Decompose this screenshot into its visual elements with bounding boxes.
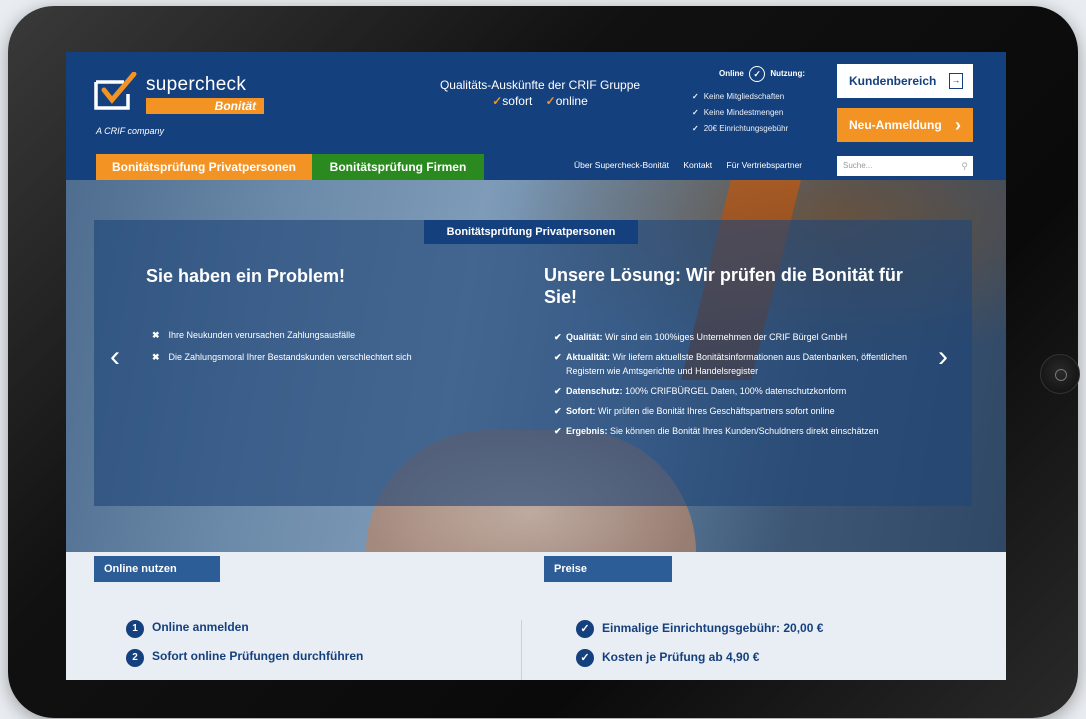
usage-box: Online ✓ Nutzung: ✓ Keine Mitgliedschafte… xyxy=(692,66,832,140)
kundenbereich-label: Kundenbereich xyxy=(849,74,937,88)
check-icon: ✔ xyxy=(554,426,562,436)
usage-list: ✓ Keine Mitgliedschaften ✓ Keine Mindestme… xyxy=(692,92,832,133)
solution-label: Sofort: xyxy=(566,406,596,416)
list-item: ✔ Datenschutz: 100% CRIFBÜRGEL Daten, 100… xyxy=(554,384,914,398)
neu-anmeldung-label: Neu-Anmeldung xyxy=(849,118,942,132)
tagline-check-sofort: sofort xyxy=(502,94,533,108)
usage-item-text: Keine Mitgliedschaften xyxy=(703,92,785,101)
tagline-check-online: online xyxy=(555,94,588,108)
check-circle-icon: ✓ xyxy=(576,620,594,638)
solution-text: Wir liefern aktuellste Bonitätsinformati… xyxy=(566,352,908,376)
check-icon: ✓ xyxy=(492,94,503,108)
usage-title-right: Nutzung: xyxy=(770,69,805,79)
list-item: ✔ Sofort: Wir prüfen die Bonität Ihres Ge… xyxy=(554,404,914,418)
tagline-checks: ✓sofort ✓online xyxy=(420,94,660,108)
logo-company: A CRIF company xyxy=(96,126,165,136)
check-icon: ✔ xyxy=(554,386,562,396)
usage-item-text: 20€ Einrichtungsgebühr xyxy=(703,124,789,133)
list-item: ✖ Die Zahlungsmoral Ihrer Bestandskunden … xyxy=(152,352,412,363)
kundenbereich-button[interactable]: Kundenbereich → xyxy=(837,64,973,98)
nav-link-vertriebspartner[interactable]: Für Vertriebspartner xyxy=(727,160,803,170)
list-item: ✓ Kosten je Prüfung ab 4,90 € xyxy=(576,649,823,667)
usage-title-left: Online xyxy=(718,69,744,79)
column-divider xyxy=(521,620,522,680)
list-item: 2 Sofort online Prüfungen durchführen xyxy=(126,649,363,667)
price-text: Kosten je Prüfung ab 4,90 € xyxy=(602,650,760,664)
logo-name: supercheck xyxy=(146,74,247,95)
list-item: ✔ Ergebnis: Sie können die Bonität Ihres … xyxy=(554,424,914,438)
solution-list: ✔ Qualität: Wir sind ein 100%iges Unterne… xyxy=(554,330,914,444)
check-icon: ✔ xyxy=(554,332,562,342)
neu-anmeldung-button[interactable]: Neu-Anmeldung › xyxy=(837,108,973,142)
usage-item: ✓ Keine Mitgliedschaften xyxy=(692,92,832,101)
check-icon: ✓ xyxy=(692,92,699,101)
tab-bonitaetspruefung-firmen[interactable]: Bonitätsprüfung Firmen xyxy=(312,154,484,180)
hero-slider: Bonitätsprüfung Privatpersonen Sie haben… xyxy=(66,180,1006,570)
close-x-icon: ✖ xyxy=(152,330,160,340)
chevron-left-icon[interactable]: ‹ xyxy=(110,340,120,374)
check-icon: ✔ xyxy=(554,352,562,362)
browser-viewport: supercheck Bonität A CRIF company Qualit… xyxy=(66,52,1006,680)
check-circle-icon: ✓ xyxy=(576,649,594,667)
login-icon: → xyxy=(949,73,963,89)
close-x-icon: ✖ xyxy=(152,352,160,362)
usage-item-text: Keine Mindestmengen xyxy=(703,108,784,117)
lower-section: Online nutzen Preise 1 Online anmelden 2S… xyxy=(66,552,1006,680)
check-icon: ✓ xyxy=(692,108,699,117)
list-item: ✓ Einmalige Einrichtungsgebühr: 20,00 € xyxy=(576,620,823,638)
home-button-icon[interactable] xyxy=(1040,354,1080,394)
solution-text: Sie können die Bonität Ihres Kunden/Schu… xyxy=(607,426,879,436)
problem-heading: Sie haben ein Problem! xyxy=(146,266,346,286)
shield-check-icon: ✓ xyxy=(749,66,766,82)
preise-heading: Preise xyxy=(544,556,672,582)
tab-bonitaetspruefung-privatpersonen[interactable]: Bonitätsprüfung Privatpersonen xyxy=(96,154,312,180)
solution-text: Wir prüfen die Bonität Ihres Geschäftspa… xyxy=(595,406,835,416)
usage-item: ✓ Keine Mindestmengen xyxy=(692,108,832,117)
search-icon[interactable]: ⚲ xyxy=(961,156,968,176)
check-icon: ✓ xyxy=(545,94,556,108)
list-item: ✔ Aktualität: Wir liefern aktuellste Boni… xyxy=(554,350,914,378)
check-icon: ✓ xyxy=(692,124,699,133)
check-icon: ✔ xyxy=(554,406,562,416)
number-badge-icon: 1 xyxy=(126,620,144,638)
problem-list: ✖ Ihre Neukunden verursachen Zahlungsausf… xyxy=(152,330,412,374)
search-placeholder: Suche... xyxy=(843,161,873,170)
solution-label: Ergebnis: xyxy=(566,426,608,436)
prices-list: ✓ Einmalige Einrichtungsgebühr: 20,00 € ✓… xyxy=(576,620,823,678)
solution-label: Aktualität: xyxy=(566,352,611,362)
solution-label: Qualität: xyxy=(566,332,603,342)
list-item: ✔ Qualität: Wir sind ein 100%iges Unterne… xyxy=(554,330,914,344)
problem-text: Die Zahlungsmoral Ihrer Bestandskunden v… xyxy=(168,352,412,362)
steps-list: 1 Online anmelden 2 Sofort online Prüfunge… xyxy=(126,620,363,678)
number-badge-icon: 2 xyxy=(126,649,144,667)
nav-link-ueber[interactable]: Über Supercheck-Bonität xyxy=(574,160,669,170)
solution-heading: Unsere Lösung: Wir prüfen die Bonität fü… xyxy=(544,265,903,307)
online-nutzen-heading: Online nutzen xyxy=(94,556,220,582)
chevron-right-icon: › xyxy=(955,115,961,135)
list-item: 1 Online anmelden xyxy=(126,620,363,638)
list-item: ✖ Ihre Neukunden verursachen Zahlungsausf… xyxy=(152,330,412,341)
top-nav-links: Über Supercheck-Bonität Kontakt Für Vert… xyxy=(574,160,814,170)
solution-label: Datenschutz: xyxy=(566,386,623,396)
step-text: Sofort online Prüfungen durchführen xyxy=(152,649,364,663)
search-input[interactable]: Suche... ⚲ xyxy=(837,156,973,176)
price-text: Einmalige Einrichtungsgebühr: 20,00 € xyxy=(602,621,824,635)
chevron-right-icon[interactable]: › xyxy=(938,340,948,374)
solution-text: Wir sind ein 100%iges Unternehmen der CR… xyxy=(602,332,848,342)
solution-text: 100% CRIFBÜRGEL Daten, 100% datenschutzk… xyxy=(622,386,847,396)
header-tagline: Qualitäts-Auskünfte der CRIF Gruppe xyxy=(439,78,641,92)
hero-panel-tab: Bonitätsprüfung Privatpersonen xyxy=(424,220,638,244)
problem-text: Ihre Neukunden verursachen Zahlungsausfä… xyxy=(168,330,356,340)
usage-item: ✓ 20€ Einrichtungsgebühr xyxy=(692,124,832,133)
usage-title: Online ✓ Nutzung: xyxy=(692,66,832,82)
checkmark-logo-icon xyxy=(94,72,137,110)
step-text: Online anmelden xyxy=(152,620,249,634)
site-header: supercheck Bonität A CRIF company Qualit… xyxy=(66,52,1006,180)
nav-link-kontakt[interactable]: Kontakt xyxy=(683,160,712,170)
logo-sub: Bonität xyxy=(146,98,264,114)
hero-panel: Bonitätsprüfung Privatpersonen Sie haben… xyxy=(94,220,972,506)
